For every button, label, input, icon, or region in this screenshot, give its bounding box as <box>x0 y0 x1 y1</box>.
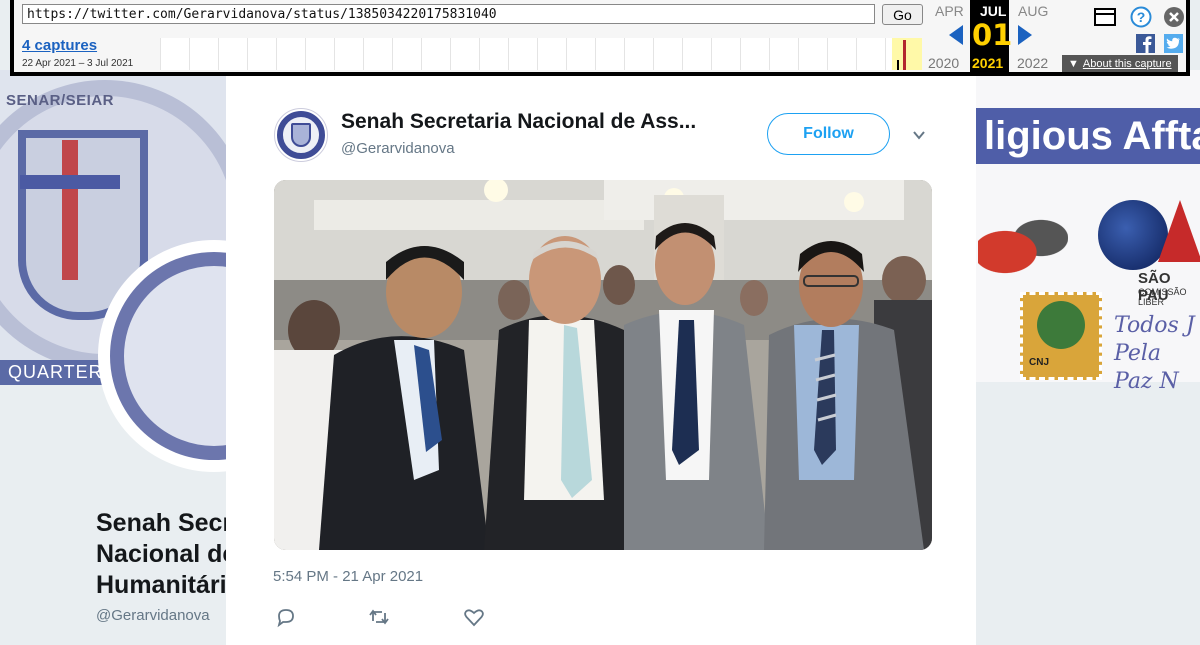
timeline-divider <box>856 38 857 70</box>
profile-handle: @Gerarvidanova <box>96 607 210 624</box>
timeline-divider <box>537 38 538 70</box>
timeline-divider <box>421 38 422 70</box>
timeline-divider <box>160 38 161 70</box>
timeline-divider <box>392 38 393 70</box>
capture-date-range: 22 Apr 2021 – 3 Jul 2021 <box>22 58 134 69</box>
timeline-divider <box>218 38 219 70</box>
next-month-label[interactable]: AUG <box>1018 3 1048 19</box>
timeline-divider <box>363 38 364 70</box>
next-year-label[interactable]: 2022 <box>1017 55 1048 71</box>
reply-icon[interactable] <box>275 606 297 628</box>
prev-year-label[interactable]: 2020 <box>928 55 959 71</box>
timeline-divider <box>885 38 886 70</box>
tweet-timestamp[interactable]: 5:54 PM - 21 Apr 2021 <box>273 568 423 585</box>
timeline-divider <box>305 38 306 70</box>
timeline-divider <box>189 38 190 70</box>
close-icon[interactable] <box>1163 6 1185 28</box>
timeline-divider <box>595 38 596 70</box>
profile-name-line-3: Humanitári <box>96 571 226 599</box>
follow-button[interactable]: Follow <box>767 113 890 155</box>
facebook-icon[interactable] <box>1136 34 1155 53</box>
captures-link[interactable]: 4 captures <box>22 37 97 54</box>
banner-title: ligious Affta <box>976 108 1200 164</box>
timeline-divider <box>827 38 828 70</box>
go-button[interactable]: Go <box>882 4 923 25</box>
twitter-icon[interactable] <box>1164 34 1183 53</box>
about-capture-button[interactable]: ▼ About this capture <box>1062 55 1178 72</box>
about-capture-label: About this capture <box>1082 57 1172 70</box>
retweet-icon[interactable] <box>368 606 390 628</box>
timeline-divider <box>508 38 509 70</box>
timeline-divider <box>566 38 567 70</box>
timeline-divider <box>682 38 683 70</box>
timeline-divider <box>769 38 770 70</box>
help-icon[interactable]: ? <box>1130 6 1152 28</box>
timeline-divider <box>740 38 741 70</box>
tweet-card: Senah Secretaria Nacional de Ass... @Ger… <box>226 70 976 645</box>
profile-name: Senah Secre Nacional de Humanitári <box>96 508 226 601</box>
prev-capture-arrow-icon[interactable] <box>949 25 963 45</box>
current-day-label: 01 <box>972 18 1013 52</box>
timeline-divider <box>653 38 654 70</box>
svg-text:?: ? <box>1137 9 1146 25</box>
banner-brand-label: SENAR/SEIAR <box>6 92 115 109</box>
banner-commission-label: COMISSÃO LIBER <box>1138 287 1187 307</box>
motto-line-2: Pela Paz N <box>1114 341 1179 394</box>
timeline-divider <box>247 38 248 70</box>
profile-name-line-2: Nacional de <box>96 540 226 568</box>
timeline-divider <box>798 38 799 70</box>
capture-timeline[interactable] <box>160 38 922 70</box>
current-month-label: JUL <box>980 3 1007 19</box>
author-name[interactable]: Senah Secretaria Nacional de Ass... <box>341 110 696 134</box>
timeline-divider <box>276 38 277 70</box>
motto-line-1: Todos J <box>1114 313 1195 338</box>
profile-name-line-1: Senah Secre <box>96 509 226 537</box>
next-capture-arrow-icon[interactable] <box>1018 25 1032 45</box>
dragon-logo <box>978 210 1068 280</box>
banner-motto: Todos J Pela Paz N <box>1114 312 1200 396</box>
timeline-divider <box>624 38 625 70</box>
timeline-divider <box>450 38 451 70</box>
window-icon[interactable] <box>1094 8 1116 26</box>
tweet-photo[interactable] <box>274 180 932 550</box>
chevron-down-icon[interactable] <box>912 128 926 142</box>
like-icon[interactable] <box>463 606 485 628</box>
triangle-logo <box>1158 200 1200 262</box>
author-handle[interactable]: @Gerarvidanova <box>341 140 455 157</box>
timeline-divider <box>711 38 712 70</box>
triangle-down-icon: ▼ <box>1068 57 1079 70</box>
timeline-divider <box>479 38 480 70</box>
url-input[interactable] <box>22 4 875 24</box>
wayback-toolbar: Go 4 captures 22 Apr 2021 – 3 Jul 2021 A… <box>10 0 1190 76</box>
prev-month-label[interactable]: APR <box>935 3 964 19</box>
current-year-label: 2021 <box>972 55 1004 71</box>
author-avatar[interactable] <box>274 108 328 162</box>
timeline-divider <box>334 38 335 70</box>
stamp-logo: CNJ <box>1020 292 1102 380</box>
stamp-label: CNJ <box>1029 357 1050 368</box>
